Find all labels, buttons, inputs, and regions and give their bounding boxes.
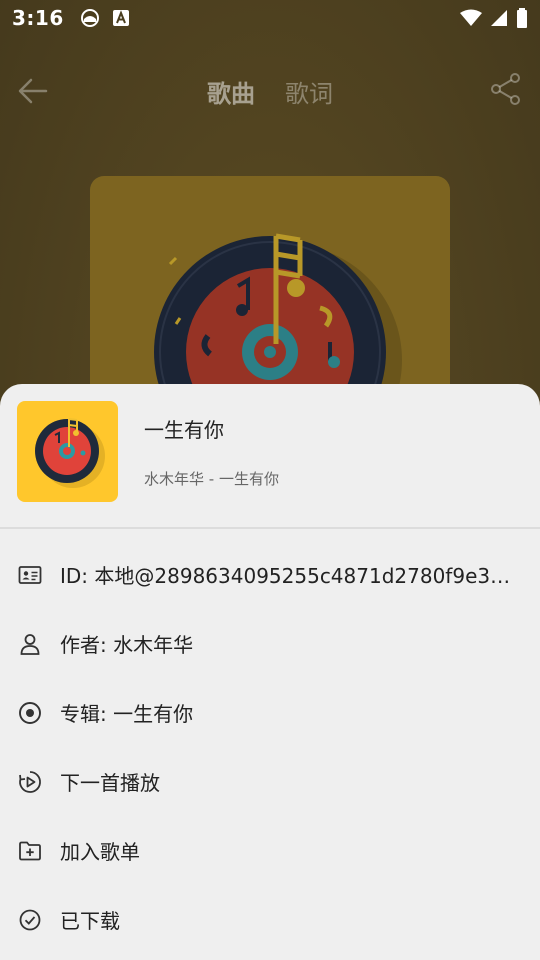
menu-item-downloaded[interactable]: 已下载: [0, 885, 540, 954]
menu-label-artist: 作者: 水木年华: [60, 633, 194, 657]
menu-label-play-next: 下一首播放: [60, 771, 160, 795]
downloaded-check-icon: [19, 909, 41, 930]
song-options-sheet: 一生有你 水木年华 - 一生有你 ID: 本地@2898634095255c48…: [0, 384, 540, 960]
album-thumbnail: [17, 401, 118, 502]
wifi-icon: [460, 9, 482, 26]
menu-label-downloaded: 已下载: [60, 909, 120, 933]
cell-signal-icon: [491, 10, 507, 26]
menu-item-add-playlist[interactable]: 加入歌单: [0, 816, 540, 885]
menu-item-id[interactable]: ID: 本地@2898634095255c4871d2780f9e3e93...: [0, 540, 540, 609]
notification-app-icon: [80, 9, 99, 27]
menu-label-album: 专辑: 一生有你: [60, 702, 194, 726]
top-app-bar: 歌曲 歌词: [0, 60, 540, 120]
add-folder-icon: [19, 841, 41, 860]
divider: [0, 527, 540, 529]
menu-label-id: ID: 本地@2898634095255c4871d2780f9e3e93...: [60, 564, 520, 588]
tab-song[interactable]: 歌曲: [207, 74, 255, 109]
keyboard-a-icon: [112, 10, 129, 26]
tab-lyrics[interactable]: 歌词: [285, 74, 333, 109]
play-next-icon: [19, 770, 41, 793]
share-icon[interactable]: [490, 72, 522, 106]
vinyl-music-thumbnail-art: [35, 418, 105, 488]
tab-bar: 歌曲 歌词: [0, 74, 540, 109]
battery-icon: [517, 8, 527, 28]
status-bar: 3:16: [0, 0, 540, 36]
song-info-header: 一生有你 水木年华 - 一生有你: [0, 384, 540, 528]
menu-label-add-playlist: 加入歌单: [60, 840, 140, 864]
person-icon: [20, 633, 40, 655]
menu-item-play-next[interactable]: 下一首播放: [0, 747, 540, 816]
song-title: 一生有你: [144, 418, 224, 442]
status-time: 3:16: [12, 6, 64, 30]
id-card-icon: [18, 565, 42, 584]
song-artist-album: 水木年华 - 一生有你: [144, 470, 279, 488]
menu-item-album[interactable]: 专辑: 一生有你: [0, 678, 540, 747]
album-disc-icon: [19, 701, 41, 724]
options-menu: ID: 本地@2898634095255c4871d2780f9e3e93...…: [0, 540, 540, 954]
menu-item-artist[interactable]: 作者: 水木年华: [0, 609, 540, 678]
